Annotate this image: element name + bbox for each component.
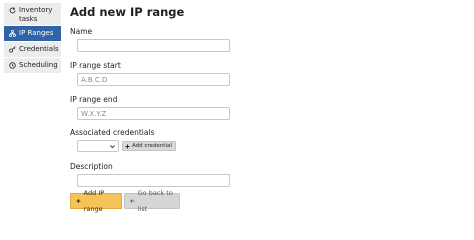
- associated-credentials-label: Associated credentials: [70, 128, 155, 137]
- name-input[interactable]: [77, 39, 230, 52]
- add-ip-range-label: Add IP range: [83, 189, 105, 213]
- page: Inventory tasks IP Ranges Credentials Sc…: [0, 0, 474, 213]
- arrow-left-icon: [130, 199, 135, 203]
- add-ip-range-form: Add new IP range Name IP range start IP …: [70, 5, 240, 187]
- sidebar-item-label: Inventory tasks: [19, 6, 53, 23]
- chevron-down-icon: [110, 145, 115, 149]
- refresh-icon: [8, 7, 16, 14]
- ip-range-end-label: IP range end: [70, 95, 118, 104]
- go-back-label: Go back to list: [137, 189, 173, 213]
- sitemap-icon: [8, 30, 16, 37]
- add-ip-range-button[interactable]: Add IP range: [70, 189, 122, 213]
- sidebar-item-label: Credentials: [19, 45, 59, 53]
- clock-icon: [8, 62, 16, 69]
- ip-range-end-input[interactable]: [77, 107, 230, 120]
- description-label: Description: [70, 162, 113, 171]
- sidebar-item-ip-ranges[interactable]: IP Ranges: [4, 26, 61, 41]
- add-credential-label: Add credential: [132, 143, 172, 149]
- key-icon: [8, 46, 16, 53]
- sidebar-item-label: Scheduling: [19, 61, 58, 69]
- plus-icon: [76, 199, 81, 203]
- page-title: Add new IP range: [70, 5, 185, 19]
- add-credential-button[interactable]: Add credential: [122, 141, 176, 151]
- sidebar-item-credentials[interactable]: Credentials: [4, 42, 61, 57]
- sidebar: Inventory tasks IP Ranges Credentials Sc…: [4, 3, 61, 73]
- ip-range-start-input[interactable]: [77, 73, 230, 86]
- ip-range-start-label: IP range start: [70, 61, 121, 70]
- name-label: Name: [70, 27, 93, 36]
- plus-icon: [125, 144, 130, 148]
- credentials-select[interactable]: [77, 140, 119, 152]
- sidebar-item-label: IP Ranges: [19, 29, 54, 37]
- sidebar-item-scheduling[interactable]: Scheduling: [4, 58, 61, 73]
- sidebar-item-inventory-tasks[interactable]: Inventory tasks: [4, 3, 61, 25]
- go-back-button[interactable]: Go back to list: [124, 189, 180, 213]
